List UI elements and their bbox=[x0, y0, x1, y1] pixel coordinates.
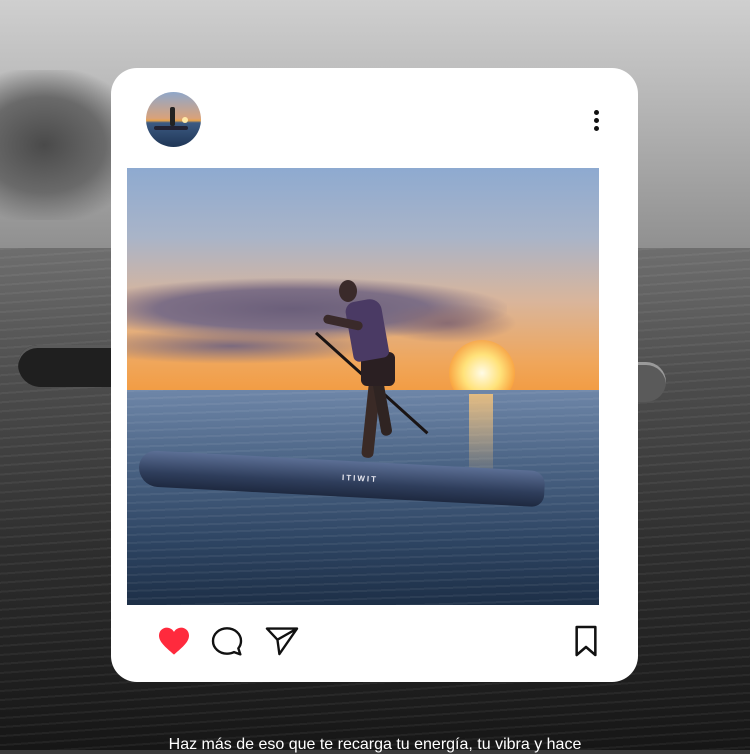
photo-cloud bbox=[127, 328, 387, 364]
more-options-button[interactable] bbox=[587, 106, 605, 134]
post-photo[interactable]: ITIWIT bbox=[127, 168, 599, 605]
more-vertical-icon bbox=[593, 109, 599, 131]
heart-icon bbox=[159, 627, 189, 655]
share-button[interactable] bbox=[265, 624, 299, 658]
avatar-board bbox=[154, 126, 188, 130]
like-button[interactable] bbox=[157, 624, 191, 658]
save-button[interactable] bbox=[569, 624, 603, 658]
comment-button[interactable] bbox=[210, 624, 244, 658]
post-actions-bar bbox=[157, 624, 603, 658]
avatar-sun bbox=[182, 117, 188, 123]
photo-cloud bbox=[377, 303, 517, 343]
photo-person-head bbox=[339, 280, 357, 302]
avatar-person bbox=[170, 107, 175, 126]
paddleboard-brand-label: ITIWIT bbox=[341, 473, 379, 484]
comment-icon bbox=[211, 627, 243, 656]
profile-avatar[interactable] bbox=[146, 92, 201, 147]
bookmark-icon bbox=[575, 625, 597, 657]
send-icon bbox=[265, 627, 299, 656]
caption-text: Haz más de eso que te recarga tu energía… bbox=[168, 736, 582, 753]
post-card: ITIWIT bbox=[111, 68, 638, 682]
